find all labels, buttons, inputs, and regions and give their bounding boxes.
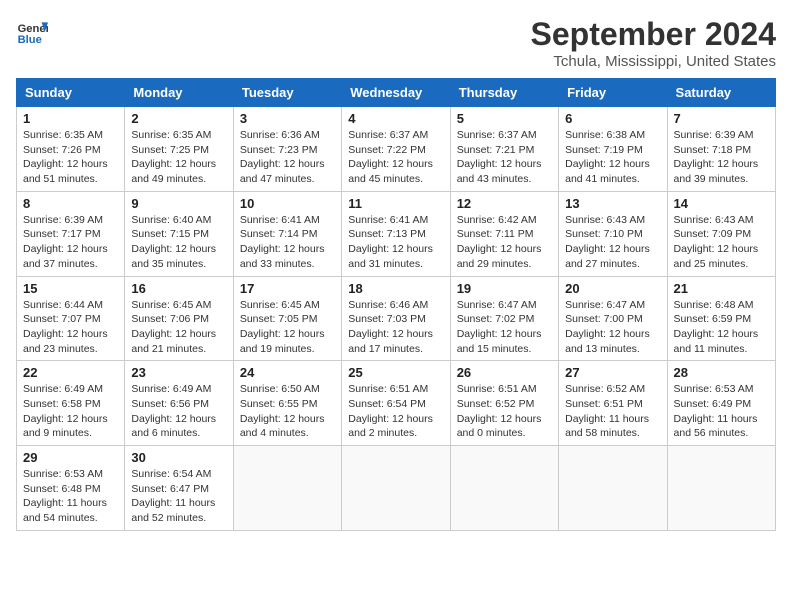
table-row: [667, 446, 775, 531]
table-row: 17Sunrise: 6:45 AM Sunset: 7:05 PM Dayli…: [233, 276, 341, 361]
table-row: 2Sunrise: 6:35 AM Sunset: 7:25 PM Daylig…: [125, 107, 233, 192]
col-saturday: Saturday: [667, 79, 775, 107]
table-row: [450, 446, 558, 531]
col-monday: Monday: [125, 79, 233, 107]
main-title: September 2024: [531, 16, 776, 53]
table-row: 21Sunrise: 6:48 AM Sunset: 6:59 PM Dayli…: [667, 276, 775, 361]
logo-icon: General Blue: [16, 16, 48, 48]
table-row: 29Sunrise: 6:53 AM Sunset: 6:48 PM Dayli…: [17, 446, 125, 531]
table-row: 4Sunrise: 6:37 AM Sunset: 7:22 PM Daylig…: [342, 107, 450, 192]
table-row: 28Sunrise: 6:53 AM Sunset: 6:49 PM Dayli…: [667, 361, 775, 446]
table-row: 1Sunrise: 6:35 AM Sunset: 7:26 PM Daylig…: [17, 107, 125, 192]
table-row: 3Sunrise: 6:36 AM Sunset: 7:23 PM Daylig…: [233, 107, 341, 192]
table-row: [559, 446, 667, 531]
table-row: 14Sunrise: 6:43 AM Sunset: 7:09 PM Dayli…: [667, 191, 775, 276]
col-friday: Friday: [559, 79, 667, 107]
calendar-table: Sunday Monday Tuesday Wednesday Thursday…: [16, 78, 776, 531]
table-row: [233, 446, 341, 531]
table-row: 8Sunrise: 6:39 AM Sunset: 7:17 PM Daylig…: [17, 191, 125, 276]
table-row: 16Sunrise: 6:45 AM Sunset: 7:06 PM Dayli…: [125, 276, 233, 361]
svg-text:Blue: Blue: [18, 34, 42, 46]
table-row: 7Sunrise: 6:39 AM Sunset: 7:18 PM Daylig…: [667, 107, 775, 192]
table-row: 23Sunrise: 6:49 AM Sunset: 6:56 PM Dayli…: [125, 361, 233, 446]
table-row: 30Sunrise: 6:54 AM Sunset: 6:47 PM Dayli…: [125, 446, 233, 531]
table-row: 22Sunrise: 6:49 AM Sunset: 6:58 PM Dayli…: [17, 361, 125, 446]
table-row: [342, 446, 450, 531]
table-row: 10Sunrise: 6:41 AM Sunset: 7:14 PM Dayli…: [233, 191, 341, 276]
table-row: 27Sunrise: 6:52 AM Sunset: 6:51 PM Dayli…: [559, 361, 667, 446]
col-thursday: Thursday: [450, 79, 558, 107]
col-tuesday: Tuesday: [233, 79, 341, 107]
table-row: 5Sunrise: 6:37 AM Sunset: 7:21 PM Daylig…: [450, 107, 558, 192]
table-row: 24Sunrise: 6:50 AM Sunset: 6:55 PM Dayli…: [233, 361, 341, 446]
subtitle: Tchula, Mississippi, United States: [531, 53, 776, 70]
calendar-header-row: Sunday Monday Tuesday Wednesday Thursday…: [17, 79, 776, 107]
table-row: 12Sunrise: 6:42 AM Sunset: 7:11 PM Dayli…: [450, 191, 558, 276]
page-header: General Blue September 2024 Tchula, Miss…: [16, 16, 776, 70]
table-row: 25Sunrise: 6:51 AM Sunset: 6:54 PM Dayli…: [342, 361, 450, 446]
title-block: September 2024 Tchula, Mississippi, Unit…: [531, 16, 776, 70]
col-sunday: Sunday: [17, 79, 125, 107]
col-wednesday: Wednesday: [342, 79, 450, 107]
table-row: 9Sunrise: 6:40 AM Sunset: 7:15 PM Daylig…: [125, 191, 233, 276]
logo: General Blue: [16, 16, 48, 48]
table-row: 11Sunrise: 6:41 AM Sunset: 7:13 PM Dayli…: [342, 191, 450, 276]
table-row: 26Sunrise: 6:51 AM Sunset: 6:52 PM Dayli…: [450, 361, 558, 446]
table-row: 19Sunrise: 6:47 AM Sunset: 7:02 PM Dayli…: [450, 276, 558, 361]
table-row: 18Sunrise: 6:46 AM Sunset: 7:03 PM Dayli…: [342, 276, 450, 361]
table-row: 20Sunrise: 6:47 AM Sunset: 7:00 PM Dayli…: [559, 276, 667, 361]
table-row: 6Sunrise: 6:38 AM Sunset: 7:19 PM Daylig…: [559, 107, 667, 192]
table-row: 15Sunrise: 6:44 AM Sunset: 7:07 PM Dayli…: [17, 276, 125, 361]
table-row: 13Sunrise: 6:43 AM Sunset: 7:10 PM Dayli…: [559, 191, 667, 276]
